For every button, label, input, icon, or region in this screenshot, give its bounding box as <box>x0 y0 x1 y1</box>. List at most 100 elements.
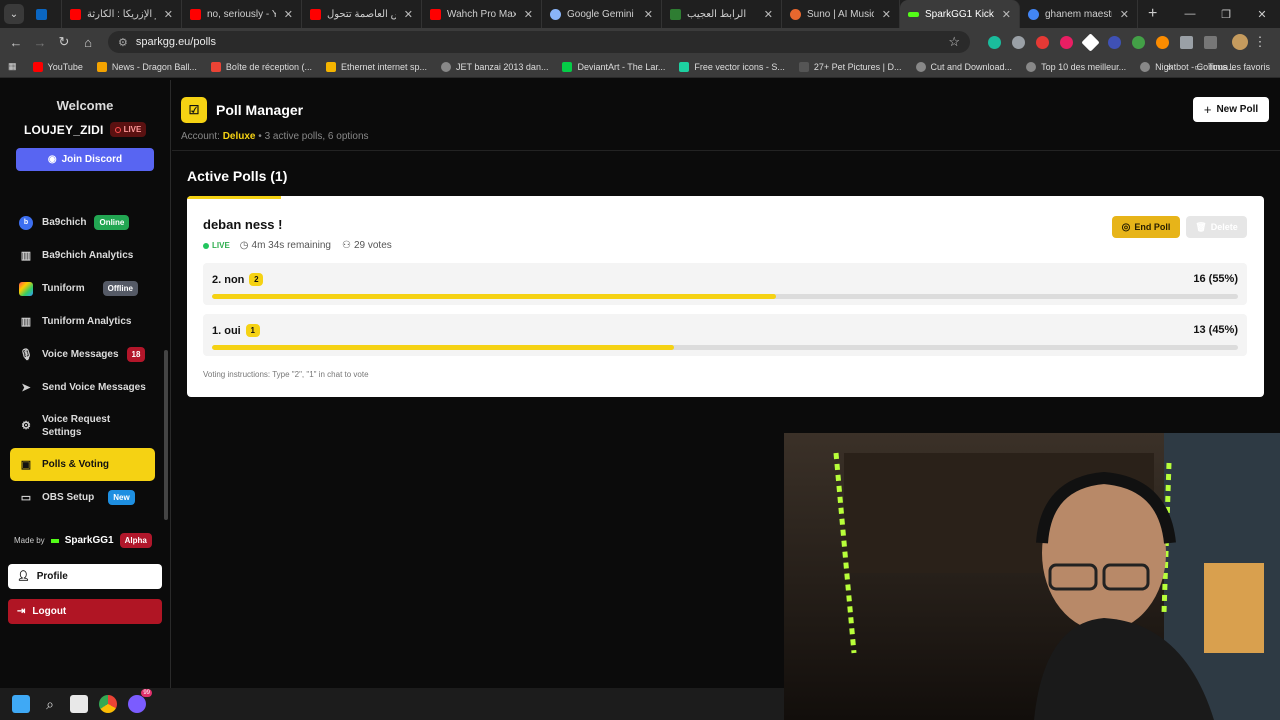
browser-tab[interactable]: ghanem maestro - ✕ <box>1020 0 1138 28</box>
browser-tab[interactable]: Google Gemini ✕ <box>542 0 662 28</box>
bookmark-item[interactable]: Cut and Download... <box>915 61 1012 72</box>
bookmark-item[interactable]: YouTube <box>32 61 83 72</box>
address-bar[interactable]: ⚙ sparkgg.eu/polls ☆ <box>108 31 970 53</box>
extension-icon[interactable] <box>1036 35 1049 49</box>
bookmark-item[interactable]: Ethernet internet sp... <box>325 61 427 72</box>
camera-icon[interactable] <box>1012 35 1025 49</box>
browser-tab[interactable]: مخدر الإزريكا : الكارثة ✕ <box>62 0 182 28</box>
kick-logo-icon <box>50 538 59 543</box>
extension-icon[interactable] <box>988 35 1001 49</box>
bookmark-item[interactable]: News - Dragon Ball... <box>96 61 197 72</box>
bookmark-star-icon[interactable]: ☆ <box>948 34 960 50</box>
browser-tab[interactable] <box>28 0 62 28</box>
extension-icon[interactable] <box>1132 35 1145 49</box>
browser-tab[interactable]: تونس العاصمة تتحول ✕ <box>302 0 422 28</box>
time-remaining-label: 4m 34s remaining <box>251 240 331 251</box>
browser-tab[interactable]: no, seriously - YouTu ✕ <box>182 0 302 28</box>
close-icon[interactable]: ✕ <box>524 8 533 21</box>
bookmark-item[interactable]: 27+ Pet Pictures | D... <box>798 61 902 72</box>
sidebar-scrollbar[interactable] <box>164 350 168 520</box>
extension-icon[interactable] <box>1108 35 1121 49</box>
brand-link[interactable]: SparkGG1 <box>50 535 114 546</box>
logout-button[interactable]: ⇥ Logout <box>8 599 162 624</box>
sidebar-item-polls-voting[interactable]: ▣ Polls & Voting <box>10 448 155 481</box>
close-icon[interactable]: ✕ <box>404 8 413 21</box>
bookmark-item[interactable]: JET banzai 2013 dan... <box>441 61 548 72</box>
sidebar-item-label: Tuniform Analytics <box>42 316 132 327</box>
bookmark-item[interactable]: Free vector icons - S... <box>679 61 785 72</box>
start-icon[interactable] <box>12 695 30 713</box>
kick-icon <box>908 11 919 17</box>
tab-search-button[interactable]: ⌄ <box>4 4 24 24</box>
site-info-icon[interactable]: ⚙ <box>118 36 128 49</box>
search-icon[interactable]: ⌕ <box>41 695 59 713</box>
browser-tab[interactable]: Suno | AI Music Gen ✕ <box>782 0 900 28</box>
forward-icon[interactable]: → <box>28 35 52 50</box>
home-icon[interactable]: ⌂ <box>76 35 100 50</box>
sidebar-item-ba9chich[interactable]: b Ba9chich Online <box>10 206 155 239</box>
browser-tab[interactable]: الرابط العجيب ✕ <box>662 0 782 28</box>
site-icon <box>798 61 809 72</box>
browser-tab-active[interactable]: SparkGG1 Kick ✕ <box>900 0 1020 28</box>
close-icon[interactable]: ✕ <box>284 8 293 21</box>
close-icon[interactable]: ✕ <box>644 8 653 21</box>
sidebar-item-tuniform[interactable]: Tuniform Offline <box>10 272 155 305</box>
menu-icon[interactable]: ⋮ <box>1248 34 1272 50</box>
count-badge: 18 <box>126 347 146 362</box>
vote-count: ⚇ 29 votes <box>342 240 392 251</box>
end-poll-button[interactable]: ◎ End Poll <box>1112 216 1180 238</box>
new-tab-button[interactable]: + <box>1148 5 1157 23</box>
back-icon[interactable]: ← <box>4 35 28 50</box>
sidebar-item-obs-setup[interactable]: ▭ OBS Setup New <box>10 481 155 514</box>
browser-tab[interactable]: Wahch Pro Max 503 ✕ <box>422 0 542 28</box>
globe-icon <box>1026 61 1037 72</box>
join-discord-label: Join Discord <box>61 154 123 165</box>
bookmark-item[interactable]: DeviantArt - The Lar... <box>562 61 665 72</box>
chat-app-icon[interactable]: 99 <box>128 689 152 713</box>
close-icon[interactable]: ✕ <box>882 8 891 21</box>
new-poll-button[interactable]: + New Poll <box>1193 97 1269 122</box>
youtube-icon <box>430 8 441 20</box>
close-window-icon[interactable]: ✕ <box>1244 8 1280 21</box>
bookmark-item[interactable]: Top 10 des meilleur... <box>1026 61 1126 72</box>
extension-icon[interactable] <box>1156 35 1169 49</box>
apps-icon[interactable]: ▦ <box>8 61 17 72</box>
sidebar-item-voice-request-settings[interactable]: ⚙ Voice Request Settings <box>10 404 155 448</box>
puzzle-icon[interactable] <box>1180 35 1193 49</box>
chart-icon: ▥ <box>20 250 32 262</box>
brand-label: SparkGG1 <box>64 535 114 546</box>
made-by-label: Made by <box>14 536 45 545</box>
close-icon[interactable]: ✕ <box>1120 8 1129 21</box>
reload-icon[interactable]: ↻ <box>52 34 76 50</box>
extension-icon[interactable] <box>1081 32 1100 52</box>
avatar[interactable] <box>1232 34 1248 50</box>
sidebar-item-voice-messages[interactable]: 🎙 Voice Messages 18 <box>10 338 155 371</box>
extension-icon[interactable] <box>1060 35 1073 49</box>
close-icon[interactable]: ✕ <box>764 8 773 21</box>
sidebar-item-ba9chich-analytics[interactable]: ▥ Ba9chich Analytics <box>10 239 155 272</box>
sidebar-item-send-voice-messages[interactable]: ➤ Send Voice Messages <box>10 371 155 404</box>
bookmark-item[interactable]: Boîte de réception (... <box>210 61 312 72</box>
tab-title: Wahch Pro Max 503 <box>447 8 516 20</box>
minimize-icon[interactable]: — <box>1172 8 1208 20</box>
maximize-icon[interactable]: ❐ <box>1208 8 1244 21</box>
profile-button[interactable]: 👤︎ Profile <box>8 564 162 589</box>
delete-poll-label: Delete <box>1210 222 1238 232</box>
delete-poll-button[interactable]: 🗑︎ Delete <box>1186 216 1247 238</box>
file-explorer-icon[interactable] <box>70 695 88 713</box>
all-bookmarks[interactable]: » ▭ Tous les favoris <box>1167 56 1270 78</box>
join-discord-button[interactable]: ◉ Join Discord <box>16 148 154 171</box>
close-icon[interactable]: ✕ <box>1002 8 1011 21</box>
globe-icon <box>1140 61 1151 72</box>
sidebar-item-tuniform-analytics[interactable]: ▥ Tuniform Analytics <box>10 305 155 338</box>
close-icon[interactable]: ✕ <box>164 8 173 21</box>
media-icon[interactable] <box>1204 35 1217 49</box>
os-taskbar: ⌕ 99 <box>0 688 784 720</box>
chrome-icon[interactable] <box>99 695 117 713</box>
tab-title: مخدر الإزريكا : الكارثة <box>87 8 156 20</box>
url-text: sparkgg.eu/polls <box>135 36 216 48</box>
username: LOUJEY_ZIDI <box>24 122 104 137</box>
tab-title: no, seriously - YouTu <box>207 8 276 20</box>
chevron-right-icon[interactable]: » <box>1167 62 1172 72</box>
live-badge-label: LIVE <box>123 125 142 134</box>
